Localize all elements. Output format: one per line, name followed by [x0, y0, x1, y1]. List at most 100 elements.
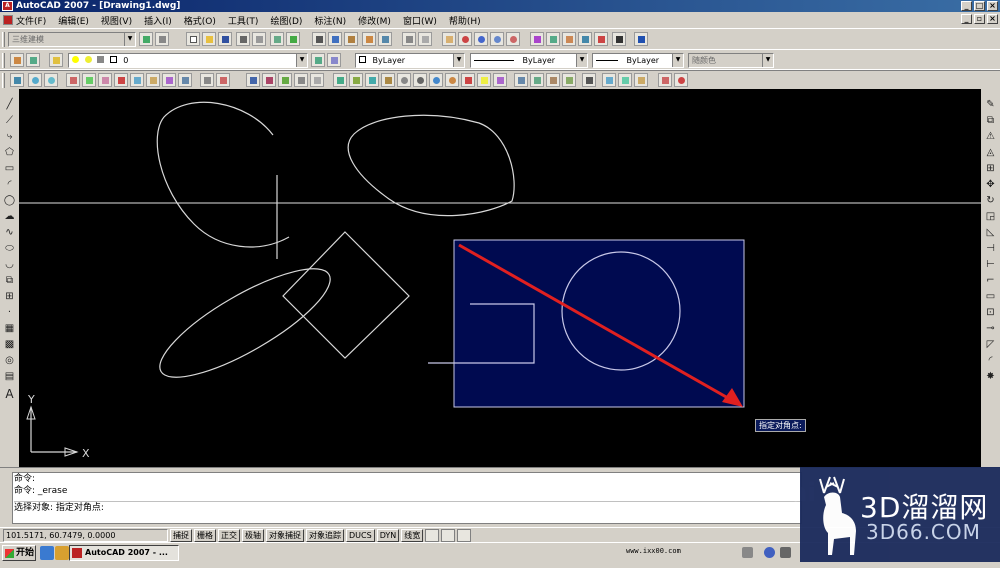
ellipse-icon[interactable]: ⬭ [2, 241, 17, 256]
help-tray-icon[interactable] [764, 547, 775, 558]
ortho-toggle[interactable]: 正交 [218, 528, 240, 542]
view-right-icon[interactable] [546, 73, 560, 87]
folder-icon[interactable] [55, 546, 69, 560]
zoom-realtime-icon[interactable] [458, 32, 472, 46]
cone-icon[interactable] [98, 73, 112, 87]
pan-icon[interactable] [442, 32, 456, 46]
tool-palettes-icon[interactable] [562, 32, 576, 46]
start-button[interactable]: 开始 [2, 545, 36, 561]
offset-icon[interactable]: ◬ [983, 145, 998, 160]
3d-array-icon[interactable] [381, 73, 395, 87]
copy-icon[interactable] [328, 32, 342, 46]
polygon-icon[interactable]: ⬠ [2, 145, 17, 160]
layer-select[interactable]: 0 ▼ [68, 53, 308, 68]
intersect-icon[interactable] [278, 73, 292, 87]
insert-block-icon[interactable]: ⧉ [2, 273, 17, 288]
sheet-set-icon[interactable] [578, 32, 592, 46]
menu-file[interactable]: 文件(F) [16, 14, 46, 27]
box-icon[interactable] [66, 73, 80, 87]
menu-format[interactable]: 格式(O) [184, 14, 216, 27]
spline-icon[interactable]: ∿ [2, 225, 17, 240]
scale-icon[interactable]: ◲ [983, 209, 998, 224]
ducs-toggle[interactable]: DUCS [346, 528, 375, 542]
minimize-button[interactable]: _ [961, 1, 972, 11]
lineweight-select[interactable]: ByLayer ▼ [592, 53, 684, 68]
grid-toggle[interactable]: 栅格 [194, 528, 216, 542]
make-block-icon[interactable]: ⊞ [2, 289, 17, 304]
zoom-previous-icon[interactable] [490, 32, 504, 46]
polyline-icon[interactable]: ⤷ [2, 129, 17, 144]
doc-restore-button[interactable]: ▫ [974, 14, 985, 24]
table-icon[interactable]: ▤ [2, 369, 17, 384]
free-orbit-icon[interactable] [44, 73, 58, 87]
command-input[interactable]: 选择对象: 指定对角点: [14, 501, 801, 513]
lights-icon[interactable] [477, 73, 491, 87]
camera-icon[interactable] [582, 73, 596, 87]
model-space-icon[interactable] [425, 528, 440, 542]
microphone-icon[interactable] [780, 547, 791, 558]
osnap-toggle[interactable]: 对象捕捉 [266, 528, 304, 542]
document-icon[interactable] [3, 15, 13, 25]
cylinder-icon[interactable] [130, 73, 144, 87]
zoom-extents-icon[interactable] [506, 32, 520, 46]
help-icon[interactable] [634, 32, 648, 46]
dyn-toggle[interactable]: DYN [376, 528, 400, 542]
arc-icon[interactable]: ◜ [2, 177, 17, 192]
torus-icon[interactable] [146, 73, 160, 87]
move-icon[interactable]: ✥ [983, 177, 998, 192]
revolve-icon[interactable] [216, 73, 230, 87]
materials-icon[interactable] [493, 73, 507, 87]
steering-wheel-icon[interactable] [674, 73, 688, 87]
coordinate-readout[interactable]: 101.5171, 60.7479, 0.0000 [3, 528, 168, 542]
otrack-toggle[interactable]: 对象追踪 [306, 528, 344, 542]
fly-icon[interactable] [618, 73, 632, 87]
menu-dimension[interactable]: 标注(N) [314, 14, 346, 27]
region-icon[interactable]: ◎ [2, 353, 17, 368]
doc-close-button[interactable]: × [987, 14, 998, 24]
gradient-icon[interactable]: ▩ [2, 337, 17, 352]
mirror-icon[interactable]: ⚠ [983, 129, 998, 144]
chamfer-icon[interactable]: ⊸ [983, 321, 998, 336]
pyramid-icon[interactable] [162, 73, 176, 87]
undo-icon[interactable] [402, 32, 416, 46]
taskbar-item-autocad[interactable]: AutoCAD 2007 - ... [69, 545, 179, 561]
3d-align-icon[interactable] [365, 73, 379, 87]
new-file-icon[interactable] [186, 32, 200, 46]
menu-draw[interactable]: 绘图(D) [270, 14, 302, 27]
rectangle-icon[interactable]: ▭ [2, 161, 17, 176]
view-front-icon[interactable] [514, 73, 528, 87]
properties-icon[interactable] [530, 32, 544, 46]
menu-insert[interactable]: 插入(I) [144, 14, 172, 27]
trim-icon[interactable]: ⊣ [983, 241, 998, 256]
doc-minimize-button[interactable]: _ [961, 14, 972, 24]
3d-move-icon[interactable] [333, 73, 347, 87]
polar-toggle[interactable]: 极轴 [242, 528, 264, 542]
copy-object-icon[interactable]: ⧉ [983, 113, 998, 128]
extrude-icon[interactable] [200, 73, 214, 87]
menu-edit[interactable]: 编辑(E) [58, 14, 89, 27]
match-properties-icon[interactable] [362, 32, 376, 46]
slice-icon[interactable] [294, 73, 308, 87]
menu-window[interactable]: 窗口(W) [403, 14, 437, 27]
layer-properties-icon[interactable] [49, 53, 63, 67]
sphere-icon[interactable] [114, 73, 128, 87]
menu-view[interactable]: 视图(V) [101, 14, 132, 27]
break-at-point-icon[interactable]: ⌐ [983, 273, 998, 288]
snap-toggle[interactable]: 捕捉 [170, 528, 192, 542]
walk-icon[interactable] [602, 73, 616, 87]
wedge-icon[interactable] [82, 73, 96, 87]
design-center-icon[interactable] [546, 32, 560, 46]
join-icon[interactable]: ⊡ [983, 305, 998, 320]
array-icon[interactable]: ⊞ [983, 161, 998, 176]
construction-line-icon[interactable]: ⟋ [2, 113, 17, 128]
markup-icon[interactable] [594, 32, 608, 46]
hatch-icon[interactable]: ▦ [2, 321, 17, 336]
save-icon[interactable] [218, 32, 232, 46]
union-icon[interactable] [246, 73, 260, 87]
toolbar-grip[interactable] [2, 32, 5, 47]
zoom-window-icon[interactable] [474, 32, 488, 46]
line-icon[interactable]: ╱ [2, 97, 17, 112]
extend-icon[interactable]: ⊢ [983, 257, 998, 272]
point-icon[interactable]: · [2, 305, 17, 320]
cut-icon[interactable] [312, 32, 326, 46]
